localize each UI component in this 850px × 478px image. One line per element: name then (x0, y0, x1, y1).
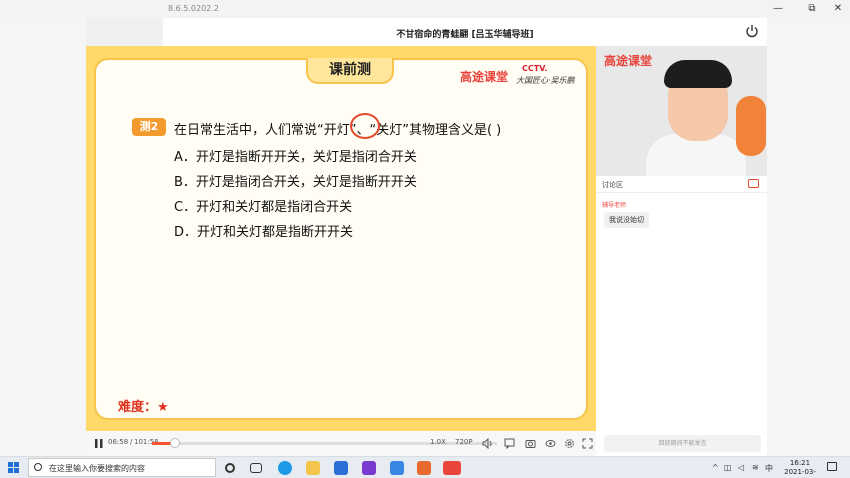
discussion-label: 讨论区 (602, 181, 623, 189)
header: 不甘宿命的青蛙翮 [吕玉华辅导班] (163, 18, 767, 46)
option-c: C．开灯和关灯都是指闭合开关 (174, 200, 353, 215)
cctv-logo: CCTV. (522, 64, 548, 73)
teacher-video: 高途课堂 (596, 46, 767, 176)
clock-date: 2021-03-21 (784, 468, 816, 478)
difficulty-label: 难度：★ (118, 400, 169, 415)
eye-icon[interactable] (545, 438, 556, 449)
volume-icon[interactable] (482, 438, 493, 449)
app-orange-icon[interactable] (417, 461, 431, 475)
network-icon[interactable]: ◫ (724, 463, 732, 472)
mascot-image (736, 96, 766, 156)
chat-input[interactable]: 回放期间不能发言 (604, 435, 761, 452)
wifi-icon[interactable]: ≋ (752, 463, 759, 472)
search-placeholder: 在这里输入你要搜索的内容 (49, 464, 145, 473)
right-panel: 高途课堂 讨论区 辅导老师 我说没始切 回放期间不能发言 (596, 46, 767, 456)
divider (596, 192, 767, 193)
cctv-subtitle: 大国匠心·吴乐鹏 (516, 76, 575, 85)
message-author: 辅导老师 (602, 202, 627, 209)
class-title: 不甘宿命的青蛙翮 [吕玉华辅导班] (396, 30, 534, 40)
task-view-icon[interactable] (250, 463, 262, 473)
danmaku-icon[interactable] (504, 438, 515, 449)
speaker-icon[interactable]: ◁ (738, 463, 744, 472)
app-purple-icon[interactable] (362, 461, 376, 475)
pause-icon[interactable] (94, 438, 104, 449)
taskbar-search[interactable]: 在这里输入你要搜索的内容 (28, 458, 216, 477)
title-bar: 8.6.5.0202.2 — ⧉ ✕ (0, 0, 850, 18)
option-a: A．开灯是指断开开关，关灯是指闭合开关 (174, 150, 417, 165)
clock-time: 16:21 (789, 459, 811, 467)
cortana-icon[interactable] (225, 463, 235, 473)
left-margin (0, 18, 86, 458)
lesson-slide: 课前测 高途课堂 CCTV. 大国匠心·吴乐鹏 测2 在日常生活中，人们常说“开… (86, 46, 596, 431)
search-icon (34, 463, 42, 471)
quality-button[interactable]: 720P (455, 438, 473, 446)
annotation-circle (350, 113, 380, 139)
option-d: D．开灯和关灯都是指断开开关 (174, 225, 354, 240)
chat-icon[interactable] (748, 179, 759, 188)
power-icon[interactable] (745, 24, 759, 38)
file-explorer-icon[interactable] (306, 461, 320, 475)
video-brand-logo: 高途课堂 (604, 54, 653, 68)
minimize-button[interactable]: — (768, 2, 788, 16)
speed-button[interactable]: 1.0X (430, 438, 446, 446)
player-controls: 06:58 / 101:58 1.0X 720P (86, 431, 596, 456)
current-time: 06:58 (108, 438, 129, 446)
tray-chevron-icon[interactable]: ^ (712, 463, 719, 472)
option-b: B．开灯是指闭合开关，关灯是指断开开关 (174, 175, 417, 190)
ime-indicator[interactable]: 中 (765, 463, 773, 474)
app-version: 8.6.5.0202.2 (168, 4, 219, 13)
restore-button[interactable]: ⧉ (802, 2, 822, 16)
question-text: 在日常生活中，人们常说“开灯”、“关灯”其物理含义是( ) (174, 123, 502, 138)
right-margin (767, 18, 850, 458)
screenshot-icon[interactable] (525, 438, 536, 449)
gaotu-app-icon[interactable] (443, 461, 461, 475)
slide-card: 课前测 高途课堂 CCTV. 大国匠心·吴乐鹏 测2 在日常生活中，人们常说“开… (94, 58, 588, 420)
slide-tab: 课前测 (306, 58, 394, 84)
settings-icon[interactable] (564, 438, 575, 449)
taskbar: 在这里输入你要搜索的内容 ^ ◫ ◁ ≋ 中 16:21 2021-03-21 (0, 456, 850, 478)
message-bubble: 我说没始切 (604, 212, 649, 228)
windows-start-icon[interactable] (8, 462, 20, 474)
progress-knob[interactable] (170, 438, 181, 448)
app-blue-icon[interactable] (390, 461, 404, 475)
edge-icon[interactable] (278, 461, 292, 475)
clock[interactable]: 16:21 2021-03-21 (780, 459, 820, 478)
close-button[interactable]: ✕ (828, 2, 848, 16)
teacher-hair (664, 60, 732, 88)
question-number-badge: 测2 (132, 118, 166, 136)
brand-logo: 高途课堂 (460, 70, 509, 84)
mail-icon[interactable] (334, 461, 348, 475)
fullscreen-icon[interactable] (582, 438, 593, 449)
notification-icon[interactable] (827, 462, 837, 471)
